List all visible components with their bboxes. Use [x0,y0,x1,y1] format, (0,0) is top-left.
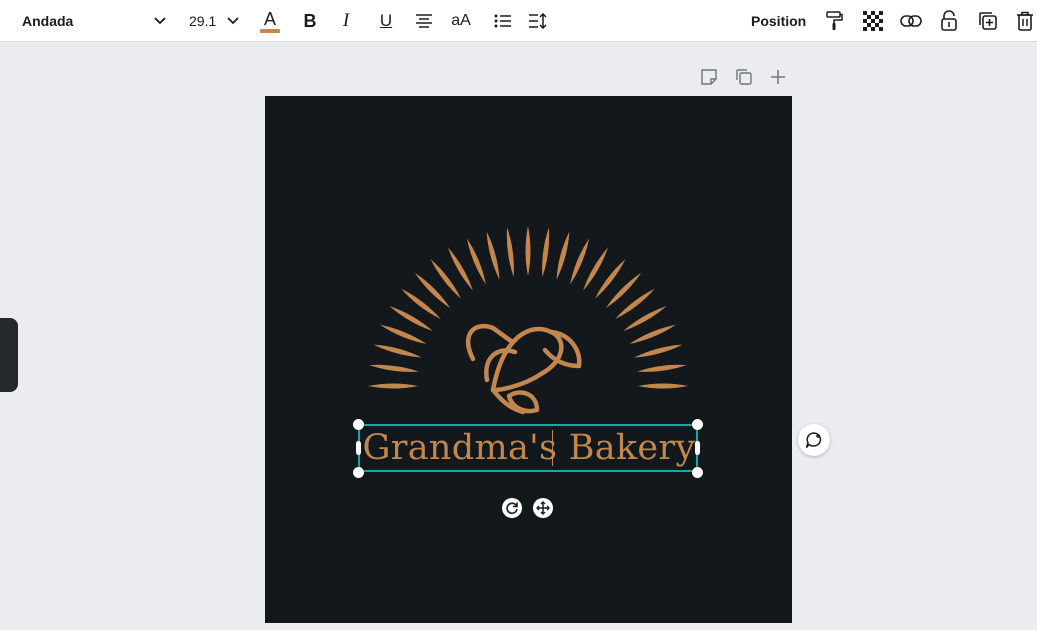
duplicate-icon[interactable] [974,7,1002,35]
sunburst-ray [380,324,427,344]
letter-case-icon[interactable]: aA [447,7,475,35]
sunburst-ray [466,238,486,285]
move-icon[interactable] [533,498,553,518]
underline-icon[interactable]: U [372,7,400,35]
align-icon[interactable] [410,7,438,35]
chevron-down-icon[interactable] [150,11,170,31]
link-icon[interactable] [897,7,925,35]
sunburst-ray [373,344,422,358]
sunburst-ray [637,364,687,372]
sunburst-ray [486,231,500,280]
resize-handle-left[interactable] [356,441,361,455]
sunburst-ray [634,344,683,358]
sunburst-ray [638,383,688,389]
sunburst-ray [506,227,514,277]
add-comment-icon[interactable] [798,424,830,456]
sunburst-ray [542,227,550,277]
font-size-input[interactable]: 29.1 [189,0,216,42]
croissant-icon [465,323,582,415]
add-page-icon[interactable] [769,68,787,91]
note-icon[interactable] [700,68,718,91]
list-icon[interactable] [489,7,517,35]
resize-handle-right[interactable] [695,441,700,455]
spacing-icon[interactable] [524,7,552,35]
croissant-sunburst-logo [368,226,688,415]
italic-icon[interactable]: I [332,7,360,35]
lock-icon[interactable] [935,7,963,35]
side-panel-toggle[interactable] [0,318,18,392]
paint-roller-icon[interactable] [820,7,848,35]
font-family-select[interactable]: Andada [22,0,73,42]
design-canvas[interactable]: Grandma's Bakery [265,96,792,623]
sunburst-ray [525,226,531,276]
sunburst-ray [570,238,590,285]
resize-handle-top-left[interactable] [353,419,364,430]
resize-handle-bottom-right[interactable] [692,467,703,478]
chevron-down-icon[interactable] [225,11,241,31]
position-button[interactable]: Position [751,0,806,42]
sunburst-ray [368,383,418,389]
sunburst-ray [369,364,419,372]
sunburst-ray [629,324,676,344]
resize-handle-bottom-left[interactable] [353,467,364,478]
bold-icon[interactable]: B [296,7,324,35]
resize-handle-top-right[interactable] [692,419,703,430]
copy-page-icon[interactable] [735,68,753,91]
rotate-icon[interactable] [502,498,522,518]
text-color-icon[interactable]: A [256,7,284,35]
text-toolbar: Andada 29.1 A B I U aA Position [0,0,1037,42]
text-selection-box [358,424,698,472]
trash-icon[interactable] [1011,7,1037,35]
svg-text:A: A [264,9,276,29]
transparency-icon[interactable] [859,7,887,35]
sunburst-ray [556,231,570,280]
